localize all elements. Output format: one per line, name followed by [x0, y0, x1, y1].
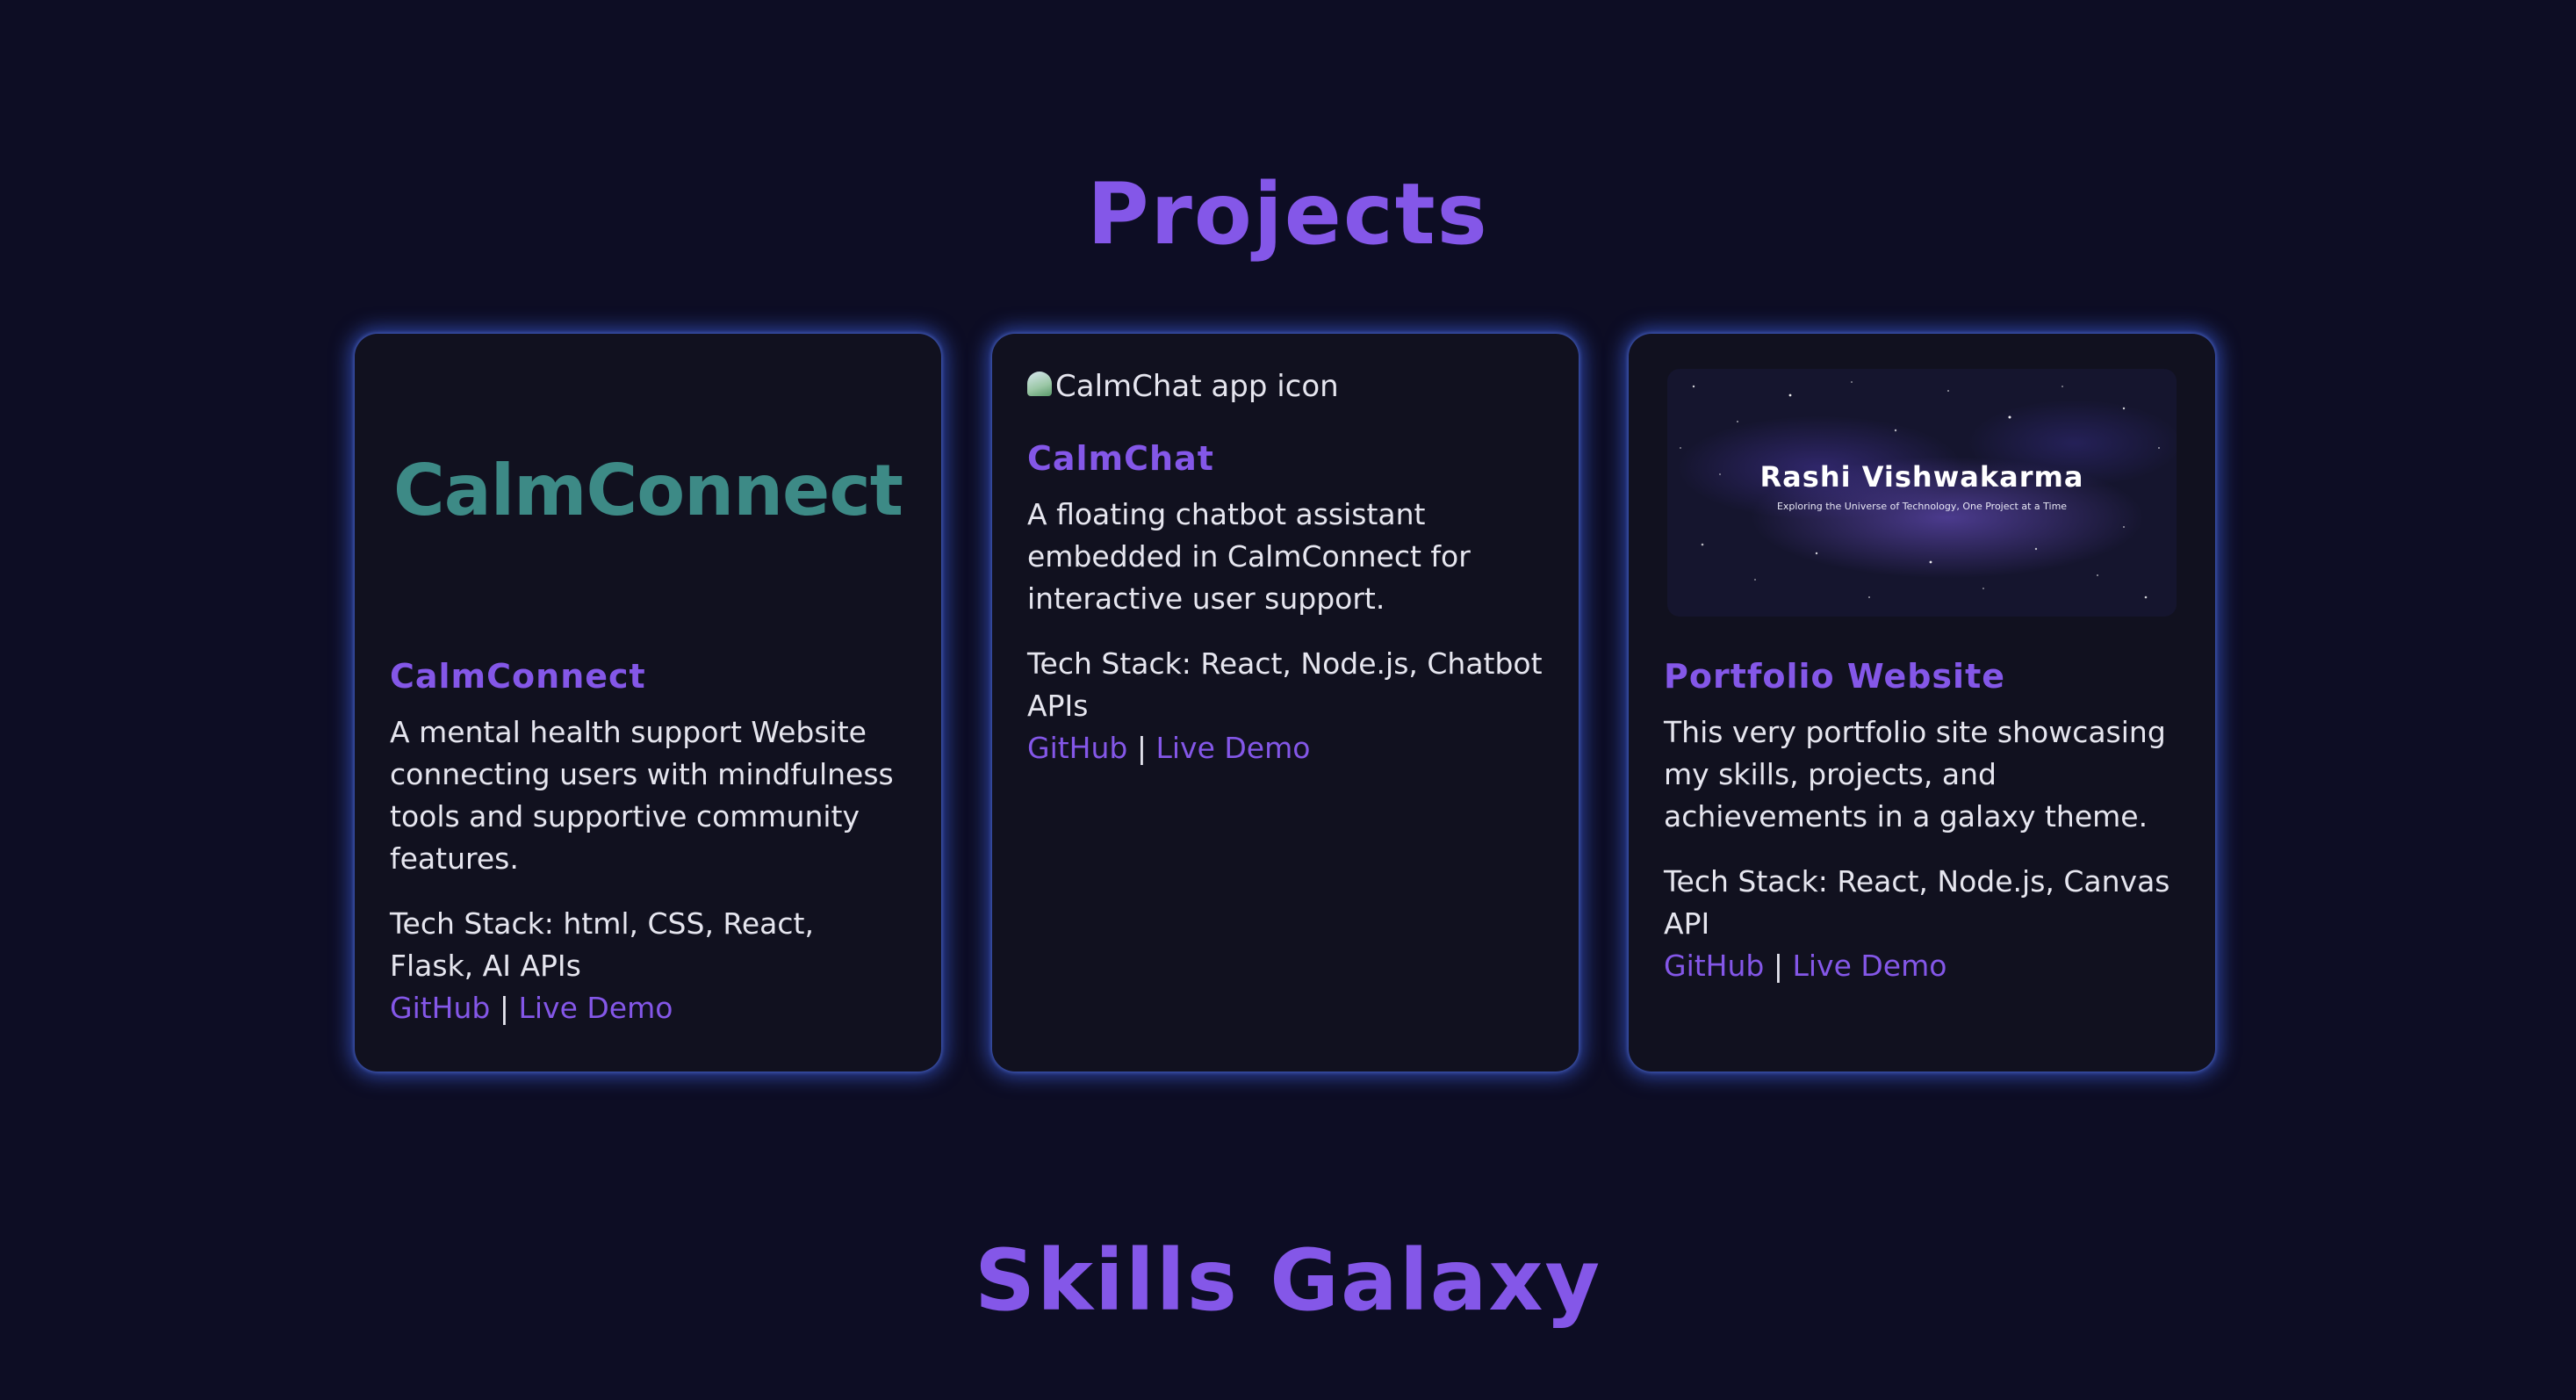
project-title: Portfolio Website	[1664, 657, 2006, 696]
project-links: GitHub | Live Demo	[1664, 945, 2180, 987]
project-card-body: CalmChat A floating chatbot assistant em…	[1027, 439, 1543, 769]
project-links: GitHub | Live Demo	[1027, 727, 1543, 769]
project-tech-stack: Tech Stack: React, Node.js, Chatbot APIs	[1027, 646, 1543, 723]
project-title: CalmChat	[1027, 439, 1214, 478]
project-description: A mental health support Website connecti…	[390, 715, 894, 876]
live-demo-link[interactable]: Live Demo	[1792, 949, 1946, 983]
calmchat-app-icon-image: CalmChat app icon	[1027, 369, 1339, 404]
banner-name-text: Rashi Vishwakarma	[1759, 460, 2084, 494]
project-card-body: Portfolio Website This very portfolio si…	[1664, 657, 2180, 987]
calmconnect-logo: CalmConnect	[393, 450, 903, 531]
link-separator: |	[1136, 731, 1147, 765]
skills-galaxy-heading: Skills Galaxy	[974, 1231, 1602, 1330]
project-card-calmchat: CalmChat app icon CalmChat A floating ch…	[992, 334, 1579, 1072]
project-links: GitHub | Live Demo	[390, 987, 906, 1029]
broken-image-icon	[1027, 372, 1054, 401]
project-tech-stack: Tech Stack: html, CSS, React, Flask, AI …	[390, 906, 814, 983]
github-link[interactable]: GitHub	[390, 991, 490, 1025]
project-description: This very portfolio site showcasing my s…	[1664, 715, 2166, 834]
projects-heading: Projects	[1087, 165, 1489, 263]
banner-tagline-text: Exploring the Universe of Technology, On…	[1776, 501, 2068, 512]
github-link[interactable]: GitHub	[1027, 731, 1127, 765]
github-link[interactable]: GitHub	[1664, 949, 1764, 983]
live-demo-link[interactable]: Live Demo	[1155, 731, 1310, 765]
project-card-calmconnect: CalmConnect CalmConnect A mental health …	[355, 334, 941, 1072]
project-card-body: CalmConnect A mental health support Webs…	[390, 657, 906, 1029]
project-description: A floating chatbot assistant embedded in…	[1027, 497, 1471, 616]
project-title: CalmConnect	[390, 657, 646, 696]
image-alt-text: CalmChat app icon	[1055, 369, 1339, 404]
link-separator: |	[499, 991, 509, 1025]
portfolio-banner-image: Rashi Vishwakarma Exploring the Universe…	[1667, 369, 2177, 617]
project-tech-stack: Tech Stack: React, Node.js, Canvas API	[1664, 864, 2170, 941]
project-card-portfolio: Rashi Vishwakarma Exploring the Universe…	[1629, 334, 2215, 1072]
link-separator: |	[1773, 949, 1783, 983]
live-demo-link[interactable]: Live Demo	[518, 991, 673, 1025]
